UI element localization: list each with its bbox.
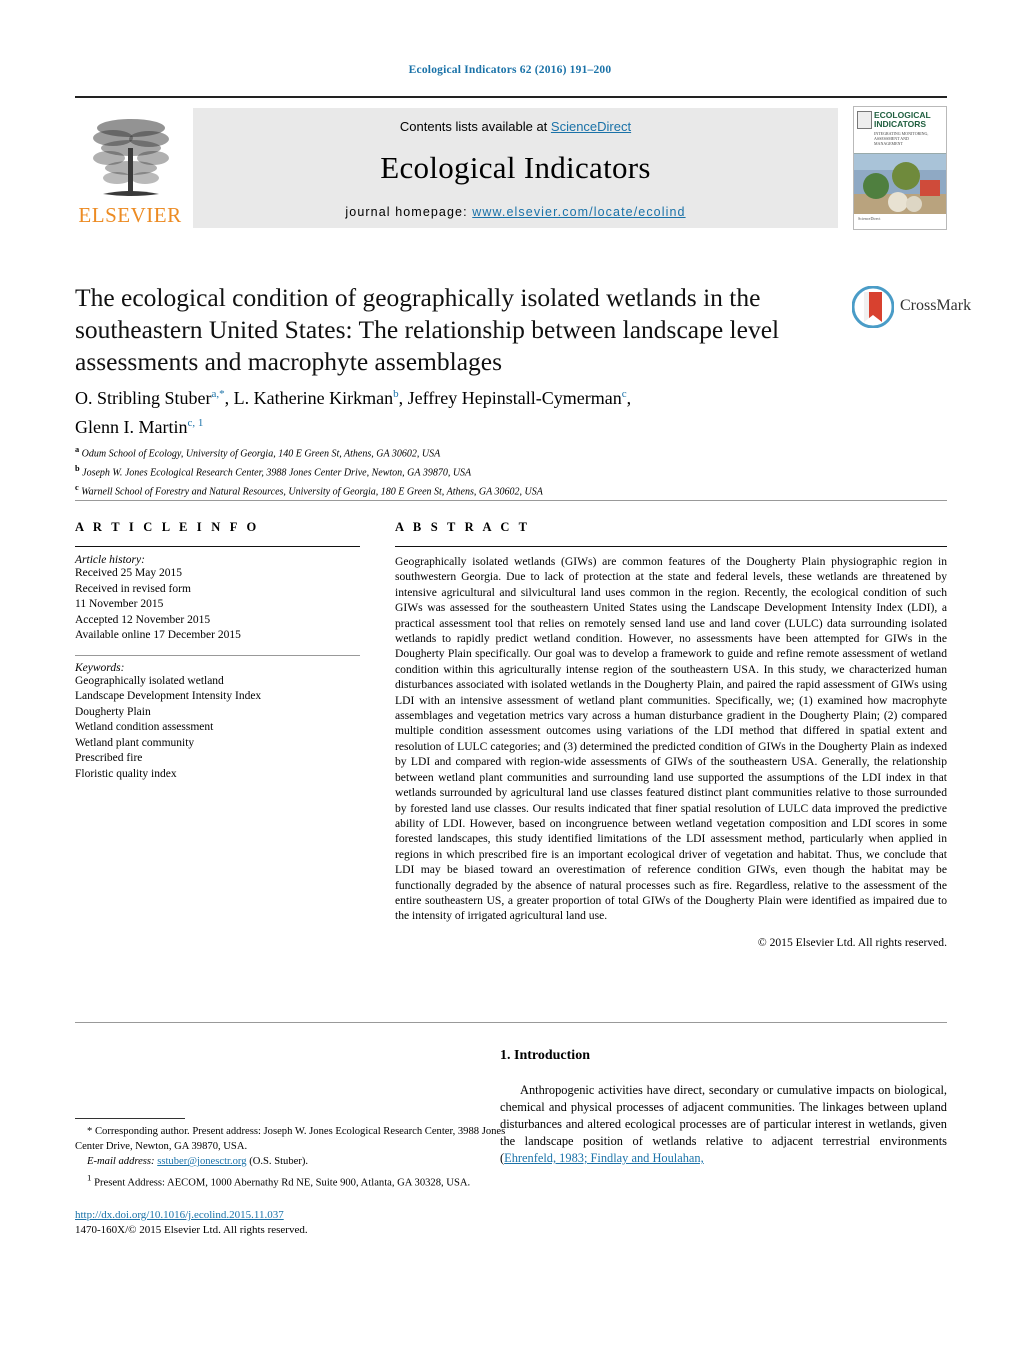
abstract-copyright: © 2015 Elsevier Ltd. All rights reserved… (757, 935, 947, 949)
introduction-heading: 1. Introduction (500, 1048, 590, 1063)
introduction-section: 1. Introduction Anthropogenic activities… (500, 1048, 947, 1167)
footer-doi-block: http://dx.doi.org/10.1016/j.ecolind.2015… (75, 1208, 308, 1238)
divider-below-abstract (75, 1022, 947, 1023)
footnote-email: E-mail address: sstuber@jonesctr.org (O.… (75, 1155, 515, 1170)
cover-footer: ScienceDirect (854, 214, 946, 229)
author-list: O. Stribling Stubera,*, L. Katherine Kir… (75, 388, 632, 437)
keyword-item: Geographically isolated wetland (75, 674, 224, 687)
author-entry: O. Stribling Stubera,* (75, 388, 225, 408)
journal-homepage-link[interactable]: www.elsevier.com/locate/ecolind (472, 205, 685, 219)
running-head: Ecological Indicators 62 (2016) 191–200 (408, 64, 612, 76)
homepage-prefix: journal homepage: (345, 205, 473, 219)
footnote-mark: * (87, 1126, 93, 1137)
crossmark-label: CrossMark (900, 297, 972, 314)
affiliation-item: a Odum School of Ecology, University of … (75, 445, 441, 460)
affiliation-item: b Joseph W. Jones Ecological Research Ce… (75, 463, 472, 479)
cover-artwork-icon (854, 154, 946, 214)
keyword-item: Dougherty Plain (75, 705, 151, 718)
elsevier-wordmark: ELSEVIER (78, 203, 182, 227)
keyword-item: Prescribed fire (75, 752, 143, 764)
article-history-item: Received 25 May 2015 (75, 567, 182, 579)
introduction-paragraph: Anthropogenic activities have direct, se… (500, 1082, 947, 1167)
article-history-item: Accepted 12 November 2015 (75, 613, 211, 626)
crossmark-icon[interactable] (852, 286, 894, 328)
keyword-item: Floristic quality index (75, 767, 177, 780)
introduction-citation-link[interactable]: Ehrenfeld, 1983; Findlay and Houlahan, (504, 1151, 704, 1165)
email-link[interactable]: sstuber@jonesctr.org (157, 1156, 246, 1167)
abstract-rule (395, 546, 947, 547)
paper-page: Ecological Indicators 62 (2016) 191–200 (0, 0, 1020, 1351)
author-entry: Jeffrey Hepinstall-Cymermanc (407, 388, 627, 408)
journal-homepage-line: journal homepage: www.elsevier.com/locat… (193, 205, 838, 219)
footnote-rule (75, 1118, 185, 1119)
cover-header: ECOLOGICAL INDICATORS INTEGRATING MONITO… (854, 107, 946, 154)
divider-above-abstract (75, 500, 947, 501)
cover-subtitle: INTEGRATING MONITORING, ASSESSMENT AND M… (874, 131, 929, 146)
footnote-block: * Corresponding author. Present address:… (75, 1118, 515, 1192)
cover-publisher-mark-icon (857, 111, 872, 129)
page-title: The ecological condition of geographical… (75, 283, 780, 376)
doi-link[interactable]: http://dx.doi.org/10.1016/j.ecolind.2015… (75, 1209, 284, 1221)
author-entry: Glenn I. Martinc, 1 (75, 417, 204, 437)
contents-available-line: Contents lists available at ScienceDirec… (193, 108, 838, 134)
article-info-rule (75, 546, 360, 547)
keyword-item: Wetland condition assessment (75, 721, 214, 733)
elsevier-tree-icon (93, 119, 169, 196)
article-history-item: 11 November 2015 (75, 598, 164, 610)
journal-masthead: ELSEVIER Contents lists available at Sci… (75, 96, 947, 230)
abstract-column: A B S T R A C T Geographically isolated … (395, 520, 947, 949)
keywords-label: Keywords: (75, 661, 125, 674)
contents-prefix: Contents lists available at (399, 119, 551, 134)
footnote-text: Corresponding author. Present address: J… (75, 1126, 506, 1152)
sciencedirect-link[interactable]: ScienceDirect (551, 119, 631, 134)
article-info-heading: A R T I C L E I N F O (75, 520, 260, 534)
elsevier-logo: ELSEVIER (75, 108, 185, 228)
keyword-item: Landscape Development Intensity Index (75, 690, 262, 702)
article-history-label: Article history: (75, 554, 145, 566)
cover-title: ECOLOGICAL INDICATORS (874, 110, 931, 129)
article-history-item: Received in revised form (75, 582, 191, 595)
affiliation-item: c Warnell School of Forestry and Natural… (75, 482, 543, 497)
footnote-present-address: 1 Present Address: AECOM, 1000 Abernathy… (75, 1171, 515, 1191)
email-owner: (O.S. Stuber). (249, 1156, 309, 1168)
masthead-center-panel: Contents lists available at ScienceDirec… (193, 108, 838, 228)
affiliation-list: a Odum School of Ecology, University of … (75, 443, 865, 499)
cover-artwork (854, 154, 946, 214)
journal-title: Ecological Indicators (380, 150, 651, 185)
journal-cover-thumbnail: ECOLOGICAL INDICATORS INTEGRATING MONITO… (853, 106, 947, 230)
crossmark-badge[interactable]: CrossMark (852, 286, 972, 330)
abstract-text: Geographically isolated wetlands (GIWs) … (395, 555, 947, 923)
abstract-heading: A B S T R A C T (395, 520, 531, 534)
keyword-item: Wetland plant community (75, 736, 195, 749)
email-label: E-mail address: (87, 1156, 155, 1168)
keywords-rule (75, 654, 360, 656)
footnote-mark: 1 (87, 1172, 92, 1183)
article-info-column: A R T I C L E I N F O Article history: R… (75, 520, 360, 782)
article-history-item: Available online 17 December 2015 (75, 629, 241, 641)
author-entry: L. Katherine Kirkmanb (233, 388, 399, 408)
footnote-text: Present Address: AECOM, 1000 Abernathy R… (94, 1177, 471, 1189)
footnote-corresponding-author: * Corresponding author. Present address:… (75, 1125, 515, 1154)
issn-copyright: 1470-160X/© 2015 Elsevier Ltd. All right… (75, 1224, 308, 1236)
